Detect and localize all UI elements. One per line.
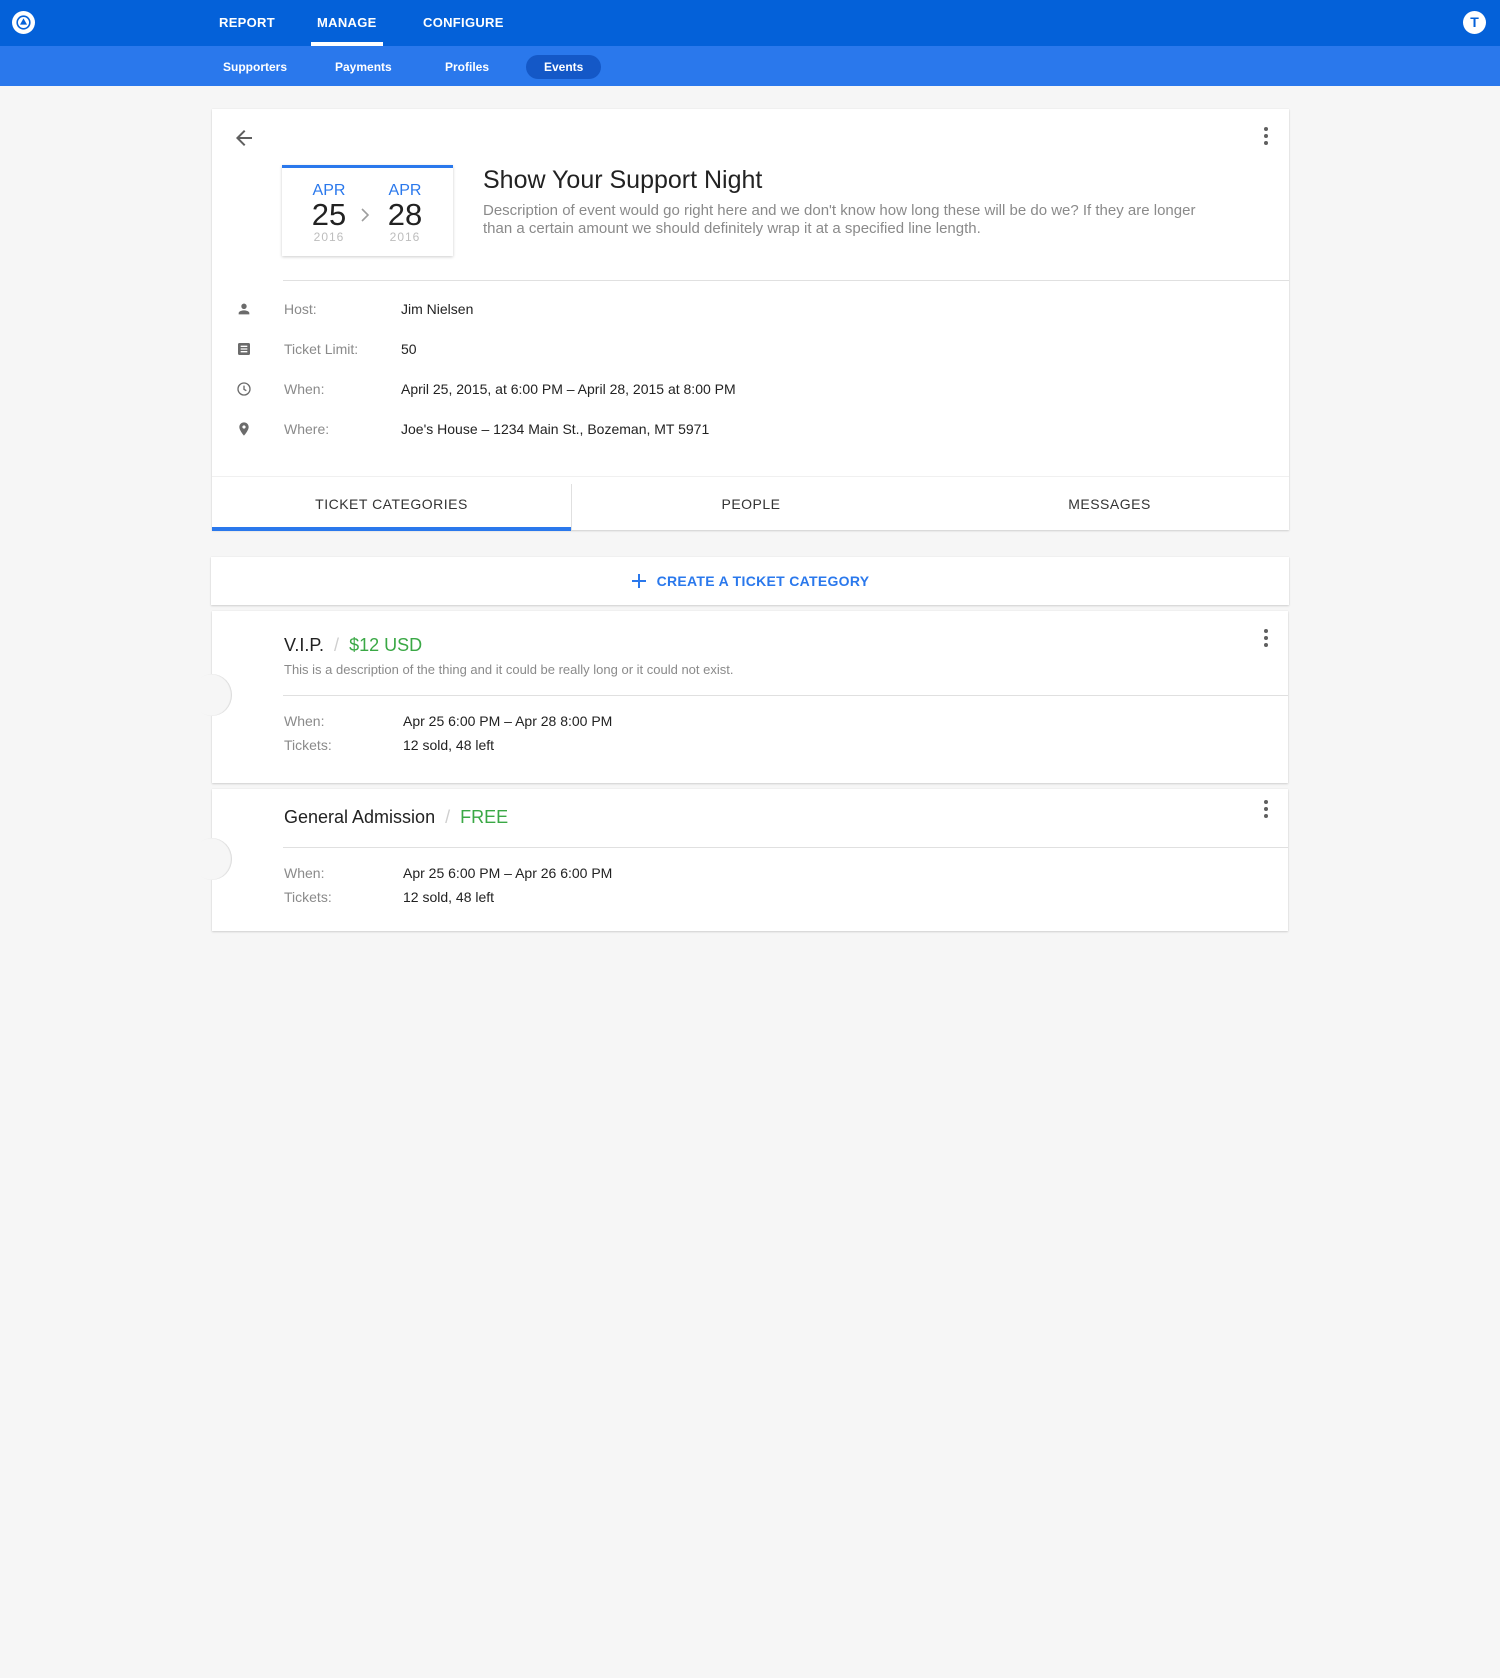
event-tabs: TICKET CATEGORIES PEOPLE MESSAGES	[212, 476, 1289, 531]
subnav-events[interactable]: Events	[526, 55, 602, 79]
topnav-manage[interactable]: MANAGE	[311, 0, 383, 46]
ticket-category-description: This is a description of the thing and i…	[284, 662, 734, 677]
subnav-payments[interactable]: Payments	[317, 55, 410, 79]
clock-icon	[236, 381, 252, 397]
detail-value: Jim Nielsen	[401, 301, 474, 317]
divider	[283, 280, 1289, 281]
back-arrow-icon[interactable]	[232, 126, 256, 150]
end-date: APR 28 2016	[375, 182, 435, 244]
location-pin-icon	[236, 421, 252, 437]
title-separator: /	[334, 635, 340, 655]
event-description: Description of event would go right here…	[483, 202, 1196, 237]
detail-label: Host:	[284, 301, 317, 317]
ticket-more-icon[interactable]	[1254, 797, 1278, 821]
tab-ticket-categories[interactable]: TICKET CATEGORIES	[212, 477, 571, 531]
detail-value: 50	[401, 341, 417, 357]
create-ticket-category-card: CREATE A TICKET CATEGORY	[211, 557, 1289, 605]
end-year: 2016	[389, 230, 421, 244]
detail-label: Ticket Limit:	[284, 341, 359, 357]
divider	[283, 847, 1288, 848]
ticket-category-card: V.I.P. / $12 USD This is a description of …	[192, 611, 1288, 783]
tab-messages[interactable]: MESSAGES	[930, 477, 1289, 531]
divider	[283, 695, 1288, 696]
start-date: APR 25 2016	[299, 182, 359, 244]
ticket-category-price: $12 USD	[349, 635, 423, 655]
ticket-when-label: When:	[284, 865, 325, 881]
ticket-when-value: Apr 25 6:00 PM – Apr 28 8:00 PM	[403, 713, 613, 729]
ticket-count-value: 12 sold, 48 left	[403, 737, 495, 753]
logo-triangle-icon	[16, 15, 31, 30]
top-navigation-bar: REPORT MANAGE CONFIGURE T	[0, 0, 1500, 46]
subnav-supporters[interactable]: Supporters	[205, 55, 305, 79]
tab-people[interactable]: PEOPLE	[572, 477, 930, 531]
topnav-report[interactable]: REPORT	[219, 0, 275, 46]
detail-value: April 25, 2015, at 6:00 PM – April 28, 2…	[401, 381, 736, 397]
ticket-category-title: General Admission / FREE	[284, 807, 508, 828]
ticket-category-card: General Admission / FREE When: Apr 25 6:00…	[192, 789, 1288, 931]
ticket-category-name: General Admission	[284, 807, 436, 827]
start-year: 2016	[313, 230, 345, 244]
create-ticket-category-button[interactable]: CREATE A TICKET CATEGORY	[211, 557, 1289, 605]
sub-navigation-bar: Supporters Payments Profiles Events	[0, 46, 1500, 86]
event-title: Show Your Support Night	[483, 166, 763, 194]
detail-label: When:	[284, 381, 325, 397]
detail-row-when: When: April 25, 2015, at 6:00 PM – April…	[212, 378, 1112, 402]
chevron-right-icon	[360, 206, 370, 227]
ticket-limit-icon	[236, 341, 252, 357]
app-logo-icon[interactable]	[12, 11, 35, 34]
ticket-category-name: V.I.P.	[284, 635, 325, 655]
detail-row-host: Host: Jim Nielsen	[212, 298, 1112, 322]
detail-row-where: Where: Joe's House – 1234 Main St., Boze…	[212, 418, 1112, 442]
ticket-notch	[192, 838, 232, 880]
ticket-category-price: FREE	[460, 807, 509, 827]
topnav-configure[interactable]: CONFIGURE	[423, 0, 504, 46]
detail-label: Where:	[284, 421, 330, 437]
title-separator: /	[445, 807, 451, 827]
event-card: APR 25 2016 APR 28 2016 Show Your Suppor…	[212, 109, 1289, 531]
event-date-range: APR 25 2016 APR 28 2016	[282, 165, 453, 256]
event-more-icon[interactable]	[1254, 124, 1278, 148]
subnav-profiles[interactable]: Profiles	[427, 55, 507, 79]
ticket-notch	[192, 674, 232, 716]
ticket-count-label: Tickets:	[284, 889, 332, 905]
detail-row-ticket-limit: Ticket Limit: 50	[212, 338, 1112, 362]
ticket-when-label: When:	[284, 713, 325, 729]
user-avatar[interactable]: T	[1463, 11, 1486, 34]
detail-value: Joe's House – 1234 Main St., Bozeman, MT…	[401, 421, 710, 437]
ticket-when-value: Apr 25 6:00 PM – Apr 26 6:00 PM	[403, 865, 613, 881]
ticket-category-title: V.I.P. / $12 USD	[284, 635, 422, 656]
ticket-more-icon[interactable]	[1254, 626, 1278, 650]
start-day: 25	[311, 197, 347, 232]
person-icon	[236, 301, 252, 317]
ticket-count-value: 12 sold, 48 left	[403, 889, 495, 905]
create-button-label: CREATE A TICKET CATEGORY	[656, 573, 870, 589]
ticket-count-label: Tickets:	[284, 737, 332, 753]
end-day: 28	[387, 197, 423, 232]
plus-icon	[631, 574, 646, 588]
